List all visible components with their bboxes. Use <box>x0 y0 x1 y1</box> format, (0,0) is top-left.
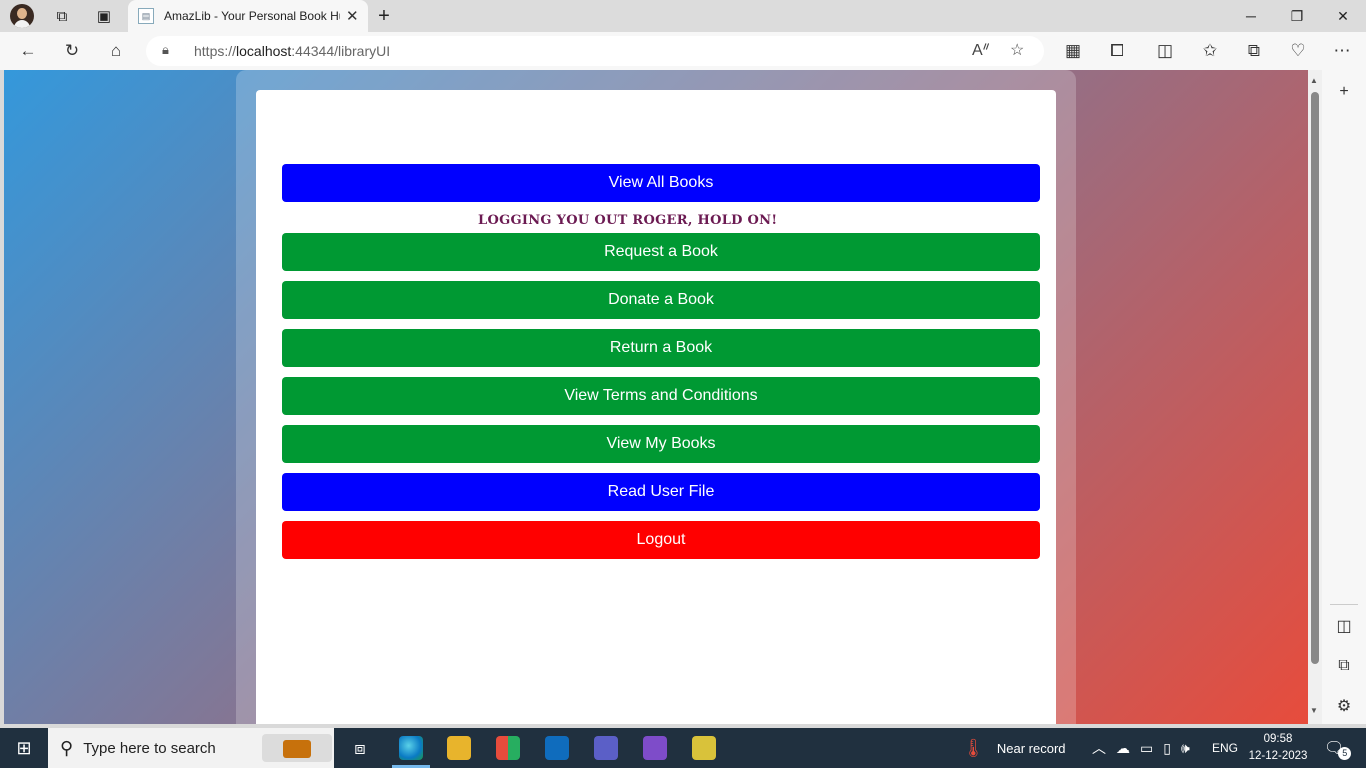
qr-code-icon[interactable]: ▦ <box>1060 38 1086 64</box>
profile-avatar[interactable] <box>10 4 34 28</box>
clock-time: 09:58 <box>1263 733 1293 745</box>
onedrive-cloud-icon[interactable]: ☁ <box>1116 740 1130 757</box>
view-my-books-button[interactable]: View My Books <box>282 425 1040 463</box>
view-terms-button[interactable]: View Terms and Conditions <box>282 377 1040 415</box>
collections-icon[interactable]: ⧉ <box>1241 38 1267 64</box>
read-user-file-button[interactable]: Read User File <box>282 473 1040 511</box>
new-tab-icon[interactable]: + <box>372 4 396 28</box>
thermometer-icon: 🌡︎ <box>962 737 985 758</box>
search-icon: ⚲ <box>60 737 74 758</box>
scroll-up-icon[interactable]: ▲ <box>1310 76 1318 85</box>
outlook-icon[interactable] <box>545 736 569 760</box>
logout-button[interactable]: Logout <box>282 521 1040 559</box>
language-indicator[interactable]: ENG <box>1212 728 1238 768</box>
microsoft-store-icon[interactable] <box>496 736 520 760</box>
read-aloud-icon[interactable]: Aᐥ <box>972 40 990 60</box>
view-all-books-button[interactable]: View All Books <box>282 164 1040 202</box>
workspaces-icon[interactable]: ⧉ <box>50 4 74 28</box>
show-hidden-icons-chevron-icon[interactable]: ︿ <box>1092 738 1106 758</box>
close-tab-icon[interactable]: ✕ <box>346 7 359 25</box>
minimize-button[interactable]: ─ <box>1228 0 1274 32</box>
navigation-bar: ← ↻ ⌂ 🔒︎ https://localhost:44344/library… <box>0 32 1366 70</box>
browser-essentials-icon[interactable]: ♡ <box>1285 38 1311 64</box>
task-view-icon[interactable]: ⧈ <box>340 732 380 764</box>
return-book-button[interactable]: Return a Book <box>282 329 1040 367</box>
title-bar: ⧉ ▣ ▤ AmazLib - Your Personal Book Hub ✕… <box>0 0 1366 32</box>
favorites-icon[interactable]: ✩ <box>1197 38 1223 64</box>
open-external-icon[interactable]: ⧉ <box>1332 654 1356 678</box>
add-sidebar-icon[interactable]: + <box>1332 80 1356 104</box>
battery-icon[interactable]: ▭ <box>1140 740 1153 757</box>
tab-actions-icon[interactable]: ▣ <box>92 4 116 28</box>
vertical-scrollbar[interactable]: ▲ ▼ <box>1308 70 1322 724</box>
logout-status-message: Logging you out Roger, hold on! <box>478 213 778 228</box>
file-explorer-icon[interactable] <box>447 736 471 760</box>
windows-start-icon[interactable]: ⊞ <box>4 732 44 764</box>
close-window-button[interactable]: ✕ <box>1320 0 1366 32</box>
page-background: View All Books Logging you out Roger, ho… <box>4 70 1308 724</box>
page-favicon-icon: ▤ <box>138 8 154 24</box>
clock-date: 12-12-2023 <box>1248 750 1308 762</box>
search-highlight-briefcase-icon[interactable] <box>262 734 332 762</box>
notifications-icon[interactable]: 🗨︎ 5 <box>1324 728 1352 768</box>
paint-tool-icon[interactable] <box>692 736 716 760</box>
tab-title: AmazLib - Your Personal Book Hub <box>164 9 340 23</box>
system-tray-icons[interactable]: ︿ ☁ ▭ ▯ 🕪︎ <box>1092 728 1190 768</box>
settings-more-icon[interactable]: ⋯ <box>1329 38 1355 64</box>
lock-icon[interactable]: 🔒︎ <box>162 42 169 58</box>
weather-widget[interactable]: 🌡︎ Near record <box>962 728 1066 768</box>
hide-sidebar-icon[interactable]: ◫ <box>1332 614 1356 638</box>
maximize-button[interactable]: ❐ <box>1274 0 1320 32</box>
split-screen-icon[interactable]: ◫ <box>1152 38 1178 64</box>
sidebar-divider <box>1330 604 1358 605</box>
visual-studio-icon[interactable] <box>643 736 667 760</box>
menu-card: View All Books Logging you out Roger, ho… <box>256 90 1056 724</box>
search-placeholder: Type here to search <box>83 739 216 757</box>
scroll-down-icon[interactable]: ▼ <box>1310 706 1318 715</box>
address-bar[interactable]: 🔒︎ https://localhost:44344/libraryUI Aᐥ … <box>146 36 1044 66</box>
notification-count-badge: 5 <box>1338 746 1352 760</box>
sidebar-settings-icon[interactable]: ⚙ <box>1332 694 1356 718</box>
refresh-icon[interactable]: ↻ <box>59 38 85 64</box>
windows-taskbar: ⊞ ⚲ Type here to search ⧈ 🌡︎ Near record… <box>0 728 1366 768</box>
network-icon[interactable]: ▯ <box>1163 740 1171 757</box>
teams-icon[interactable] <box>594 736 618 760</box>
request-book-button[interactable]: Request a Book <box>282 233 1040 271</box>
browser-tab[interactable]: ▤ AmazLib - Your Personal Book Hub ✕ <box>128 0 368 32</box>
edge-taskbar-icon[interactable] <box>399 736 423 760</box>
weather-text: Near record <box>996 740 1066 756</box>
scrollbar-thumb[interactable] <box>1311 92 1319 664</box>
extensions-icon[interactable]: ⧠ <box>1104 38 1130 64</box>
donate-book-button[interactable]: Donate a Book <box>282 281 1040 319</box>
taskbar-clock[interactable]: 09:58 12-12-2023 <box>1246 731 1310 765</box>
url-text[interactable]: https://localhost:44344/libraryUI <box>194 43 390 59</box>
back-icon[interactable]: ← <box>15 38 41 64</box>
home-icon[interactable]: ⌂ <box>103 38 129 64</box>
volume-icon[interactable]: 🕪︎ <box>1181 740 1190 757</box>
edge-sidebar: + ◫ ⧉ ⚙ <box>1322 70 1366 724</box>
favorite-star-icon[interactable]: ☆ <box>1010 40 1024 60</box>
